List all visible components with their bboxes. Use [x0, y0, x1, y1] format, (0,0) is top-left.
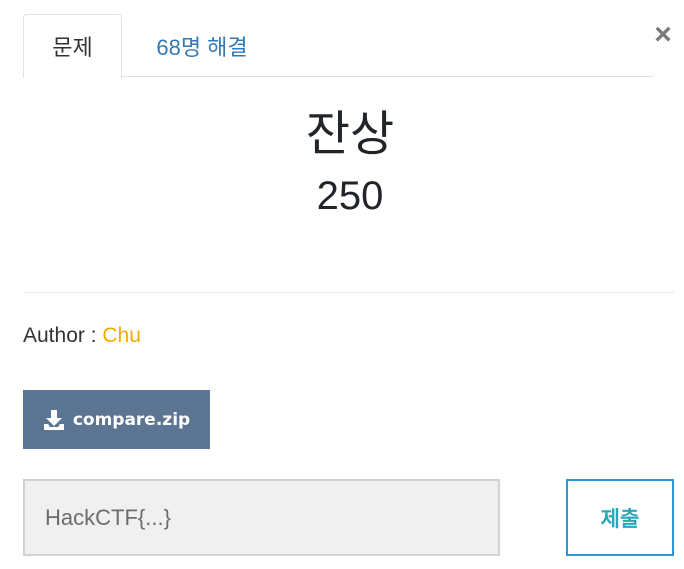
file-download-button[interactable]: compare.zip: [23, 390, 210, 449]
download-icon: [43, 409, 65, 431]
submit-button[interactable]: 제출: [566, 479, 674, 556]
tab-challenge-label: 문제: [52, 35, 93, 60]
tab-solves[interactable]: 68명 해결: [122, 14, 282, 77]
flag-input[interactable]: [23, 479, 500, 556]
challenge-modal: 문제 68명 해결 × 잔상 250 Author : Chu compare.…: [0, 0, 684, 569]
close-icon: ×: [654, 18, 672, 51]
author-label: Author :: [23, 324, 103, 347]
author-name: Chu: [102, 324, 141, 347]
challenge-name: 잔상: [305, 108, 395, 161]
tab-bar: 문제 68명 해결: [23, 14, 653, 78]
close-button[interactable]: ×: [650, 20, 676, 50]
divider: [23, 292, 674, 293]
author-line: Author : Chu: [23, 324, 141, 348]
tab-solves-label: 68명 해결: [156, 34, 248, 60]
submit-label: 제출: [600, 506, 640, 531]
challenge-value: 250: [316, 174, 384, 218]
tab-challenge[interactable]: 문제: [23, 14, 122, 78]
file-name: compare.zip: [72, 409, 191, 430]
